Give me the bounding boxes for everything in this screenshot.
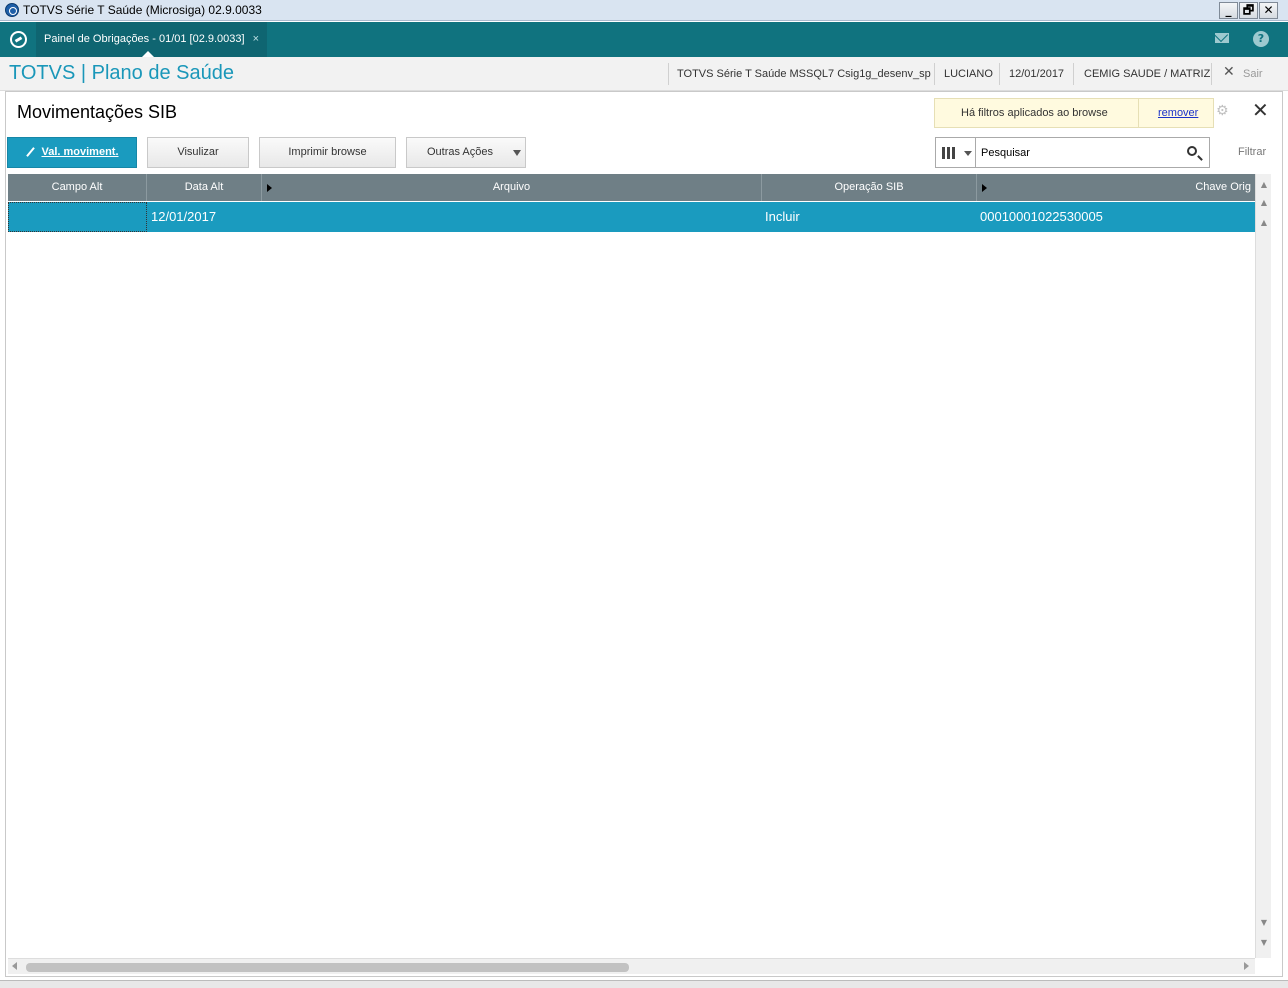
scroll-up-icon[interactable]: ▲: [1258, 216, 1270, 230]
close-icon[interactable]: ✕: [1252, 100, 1269, 120]
search-icon[interactable]: [1187, 146, 1197, 156]
chevron-down-icon: [513, 150, 521, 156]
window-title: TOTVS Série T Saúde (Microsiga) 02.9.003…: [23, 3, 262, 17]
cell-campo-alt[interactable]: [8, 202, 147, 232]
scroll-left-icon[interactable]: [12, 962, 17, 970]
chevron-down-icon: [964, 151, 972, 156]
column-header-operacao-sib[interactable]: Operação SIB: [762, 174, 977, 201]
scroll-top-icon[interactable]: ▲: [1258, 178, 1270, 192]
window-title-bar: TOTVS Série T Saúde (Microsiga) 02.9.003…: [0, 0, 1288, 21]
close-window-button[interactable]: ✕: [1259, 2, 1278, 19]
browse-panel: Movimentações SIB Há filtros aplicados a…: [5, 91, 1283, 977]
app-icon: [5, 3, 19, 17]
exit-button[interactable]: Sair: [1243, 68, 1263, 80]
column-header-chave-orig[interactable]: Chave Orig: [977, 174, 1255, 201]
scroll-thumb[interactable]: [26, 963, 629, 972]
data-grid: Campo Alt Data Alt Arquivo Operação SIB …: [8, 174, 1255, 958]
horizontal-scrollbar[interactable]: [8, 958, 1255, 974]
expand-column-icon[interactable]: [267, 184, 272, 192]
table-row[interactable]: 12/01/2017 Incluir 00010001022530005: [8, 202, 1255, 232]
cell-chave-orig[interactable]: 00010001022530005: [980, 202, 1250, 232]
grid-header: Campo Alt Data Alt Arquivo Operação SIB …: [8, 174, 1255, 201]
column-header-campo-alt[interactable]: Campo Alt: [8, 174, 147, 201]
totvs-logo-icon[interactable]: [10, 31, 27, 48]
expand-column-icon[interactable]: [982, 184, 987, 192]
taskbar-strip: [0, 980, 1288, 988]
cell-operacao-sib[interactable]: Incluir: [765, 202, 975, 232]
header-divider: [999, 63, 1000, 85]
user-name: LUCIANO: [944, 68, 993, 80]
vertical-scrollbar[interactable]: ▲ ▲ ▲ ▼ ▼: [1255, 174, 1271, 958]
search-input[interactable]: [981, 144, 1176, 162]
other-actions-button[interactable]: Outras Ações: [406, 137, 526, 168]
header-divider: [668, 63, 669, 85]
brand-title: TOTVS | Plano de Saúde: [9, 62, 234, 84]
column-picker-button[interactable]: [935, 137, 976, 168]
view-button[interactable]: Visulizar: [147, 137, 249, 168]
remove-filter-link[interactable]: remover: [1158, 107, 1198, 119]
pencil-icon: [26, 147, 36, 157]
column-header-data-alt[interactable]: Data Alt: [147, 174, 262, 201]
header-divider: [1211, 63, 1212, 85]
tab-bar: Painel de Obrigações - 01/01 [02.9.0033]…: [0, 22, 1288, 57]
header-divider: [1073, 63, 1074, 85]
scroll-down-icon[interactable]: ▼: [1258, 916, 1270, 930]
validate-movements-button[interactable]: Val. moviment.: [7, 137, 137, 168]
print-browse-button[interactable]: Imprimir browse: [259, 137, 396, 168]
filter-button[interactable]: Filtrar: [1238, 146, 1266, 158]
tab-label: Painel de Obrigações - 01/01 [02.9.0033]: [44, 33, 245, 45]
filter-notice-text: Há filtros aplicados ao browse: [961, 107, 1108, 119]
cell-data-alt[interactable]: 12/01/2017: [151, 202, 261, 232]
scroll-page-down-icon[interactable]: ▼: [1258, 936, 1270, 950]
notice-divider: [1138, 99, 1139, 127]
header-divider: [934, 63, 935, 85]
company-branch: CEMIG SAUDE / MATRIZ: [1084, 68, 1211, 80]
mail-icon[interactable]: [1215, 33, 1229, 43]
tab-close-icon[interactable]: ×: [253, 33, 259, 45]
column-header-arquivo[interactable]: Arquivo: [262, 174, 762, 201]
minimize-button[interactable]: _: [1219, 2, 1238, 19]
page-title: Movimentações SIB: [17, 102, 178, 122]
help-icon[interactable]: ?: [1253, 31, 1269, 47]
environment-info: TOTVS Série T Saúde MSSQL7 Csig1g_desenv…: [677, 68, 931, 80]
header-bar: TOTVS | Plano de Saúde TOTVS Série T Saú…: [0, 57, 1288, 91]
cell-arquivo[interactable]: [266, 202, 758, 232]
columns-icon: [942, 147, 956, 159]
scroll-page-up-icon[interactable]: ▲: [1258, 196, 1270, 210]
exit-icon[interactable]: ✕: [1223, 64, 1235, 80]
gear-icon[interactable]: ⚙: [1216, 104, 1230, 118]
search-box: [975, 137, 1210, 168]
restore-button[interactable]: 🗗: [1239, 2, 1258, 19]
filter-notice: Há filtros aplicados ao browse remover: [934, 98, 1214, 128]
session-date: 12/01/2017: [1009, 68, 1065, 80]
scroll-right-icon[interactable]: [1244, 962, 1249, 970]
